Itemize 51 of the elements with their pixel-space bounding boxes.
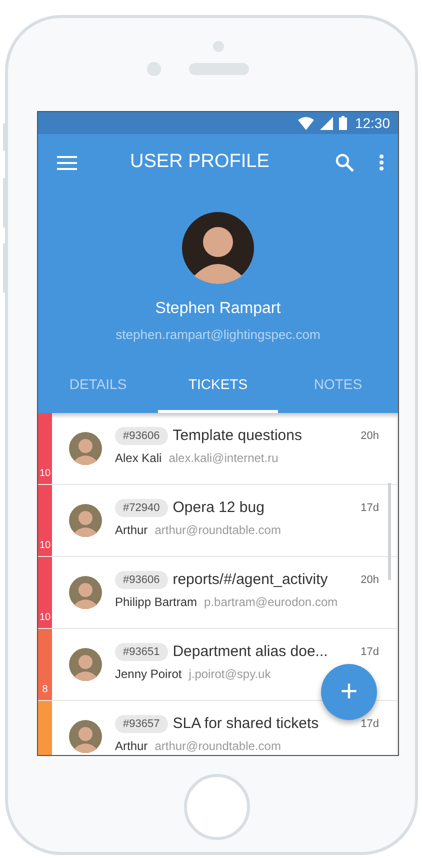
ticket-subject: reports/#/agent_activity (172, 570, 329, 590)
wifi-icon (298, 116, 314, 130)
ticket-age: 17d (360, 716, 379, 732)
ticket-subject: Template questions (172, 426, 303, 446)
profile-email: stephen.rampart@lightingspec.com (116, 326, 320, 344)
priority-number: 10 (39, 538, 51, 552)
ticket-subject: SLA for shared tickets (172, 714, 320, 734)
avatar-icon (69, 504, 102, 536)
ticket-row[interactable]: 10 #93606 reports/#/agent_activity 20h Philipp Bartram p.bartram@eurodon.com (38, 556, 398, 628)
search-icon[interactable] (335, 153, 354, 172)
ticket-age: 17d (360, 644, 379, 660)
more-icon[interactable] (379, 154, 384, 171)
requester-name: Philipp Bartram (115, 594, 198, 611)
profile-name: Stephen Rampart (155, 299, 281, 319)
ticket-id: #93651 (115, 642, 168, 661)
ticket-subject: Department alias doe... (172, 642, 329, 662)
ticket-row[interactable]: 10 #72940 Opera 12 bug 17d Arthur arthur@roundtable.com (38, 484, 398, 556)
requester-email: p.bartram@eurodon.com (204, 594, 338, 611)
avatar-icon (69, 720, 102, 752)
avatar-icon (69, 648, 102, 680)
menu-icon[interactable] (57, 156, 77, 170)
requester-name: Alex Kali (115, 450, 162, 467)
requester-name: Arthur (115, 522, 148, 539)
ticket-id: #93606 (115, 570, 168, 589)
ticket-age: 17d (360, 500, 379, 516)
requester-email: alex.kali@internet.ru (168, 450, 278, 467)
ticket-id: #93657 (115, 714, 168, 733)
priority-number: 8 (42, 682, 48, 696)
signal-icon (320, 116, 333, 130)
ticket-id: #93606 (115, 426, 168, 445)
ticket-age: 20h (360, 428, 379, 444)
avatar-icon (69, 432, 102, 464)
battery-icon (338, 116, 347, 130)
requester-email: arthur@roundtable.com (154, 738, 281, 755)
speaker-icon (213, 41, 224, 52)
ticket-age: 20h (360, 572, 379, 588)
requester-name: Arthur (115, 738, 148, 755)
ticket-row[interactable]: 10 #93606 Template questions 20h Alex Kali alex.kali@internet.ru (38, 412, 398, 484)
toolbar-title: USER PROFILE (130, 150, 270, 174)
earpiece-icon (189, 63, 249, 75)
priority-number: 10 (39, 466, 51, 480)
camera-icon (147, 62, 161, 76)
ticket-id: #72940 (115, 498, 168, 517)
avatar-icon (69, 576, 102, 608)
ticket-subject: Opera 12 bug (172, 498, 266, 518)
requester-email: j.poirot@spy.uk (188, 666, 271, 683)
requester-email: arthur@roundtable.com (154, 522, 281, 539)
requester-name: Jenny Poirot (115, 666, 182, 683)
avatar-icon (182, 212, 254, 284)
priority-number: 10 (39, 610, 51, 624)
status-time: 12:30 (354, 114, 390, 132)
